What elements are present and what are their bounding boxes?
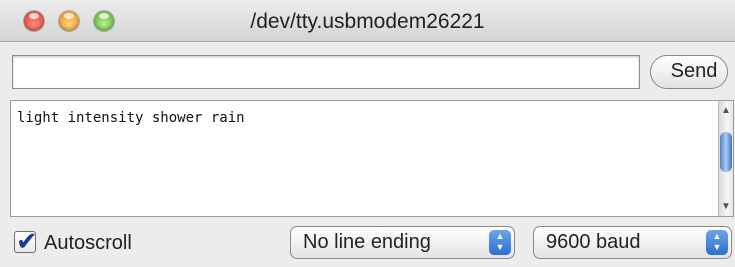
vertical-scrollbar[interactable]: ▲ ▼ (718, 101, 733, 216)
send-input[interactable] (12, 55, 640, 89)
up-down-arrows-icon: ▲ ▼ (706, 230, 728, 255)
output-text: light intensity shower rain (17, 110, 245, 126)
baud-rate-value: 9600 baud (546, 231, 641, 253)
send-button[interactable]: Send (650, 55, 728, 89)
line-ending-select[interactable]: No line ending ▲ ▼ (290, 226, 515, 259)
title-bar: /dev/tty.usbmodem26221 (0, 0, 735, 42)
baud-rate-select[interactable]: 9600 baud ▲ ▼ (533, 226, 732, 259)
scroll-up-icon[interactable]: ▲ (721, 105, 731, 116)
scroll-down-icon[interactable]: ▼ (721, 201, 731, 212)
serial-output: light intensity shower rain ▲ ▼ (10, 100, 734, 217)
scroll-thumb[interactable] (720, 132, 732, 172)
autoscroll-checkbox[interactable]: ✔ (14, 226, 38, 256)
window-title: /dev/tty.usbmodem26221 (250, 10, 485, 33)
line-ending-value: No line ending (303, 231, 431, 253)
autoscroll-label: Autoscroll (44, 232, 132, 254)
checkmark-icon: ✔ (16, 226, 38, 256)
up-down-arrows-icon: ▲ ▼ (489, 230, 511, 255)
